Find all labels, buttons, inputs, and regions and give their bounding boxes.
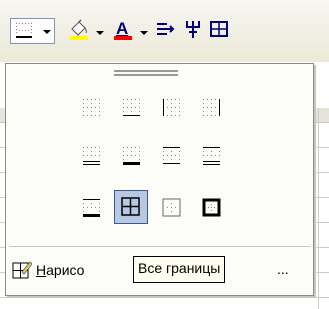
- formatting-toolbar: A: [0, 0, 329, 62]
- table-button[interactable]: [208, 18, 230, 44]
- text-direction-icon: [154, 18, 176, 45]
- border-option-top-thick-bottom-border[interactable]: [78, 194, 106, 222]
- chevron-down-icon[interactable]: [140, 31, 148, 35]
- border-option-thick-bottom-border[interactable]: [118, 142, 146, 170]
- merge-icon: [182, 18, 204, 45]
- border-option-top-bottom-border[interactable]: [158, 142, 186, 170]
- svg-text:A: A: [116, 19, 128, 38]
- grid-line: [318, 108, 319, 309]
- palette-divider: [9, 246, 310, 247]
- top-thick-bottom-border-icon: [83, 199, 100, 217]
- all-borders-icon: [121, 197, 140, 216]
- border-option-all-borders[interactable]: [114, 190, 148, 224]
- outside-borders-icon: [162, 198, 181, 217]
- border-option-right-border[interactable]: [198, 94, 226, 122]
- no-border-icon: [83, 99, 100, 116]
- bottom-border-icon: [123, 99, 140, 116]
- merge-button[interactable]: [180, 18, 206, 44]
- palette-move-handle[interactable]: [114, 70, 178, 80]
- border-option-thick-box-border[interactable]: [198, 194, 226, 222]
- top-bottom-border-icon: [163, 147, 180, 164]
- borders-button[interactable]: [10, 18, 55, 44]
- right-border-icon: [203, 99, 220, 116]
- border-option-top-double-bottom-border[interactable]: [198, 142, 226, 170]
- left-border-icon: [163, 99, 180, 116]
- fill-color-icon: [68, 19, 90, 46]
- border-option-bottom-double-border[interactable]: [78, 142, 106, 170]
- border-option-no-border[interactable]: [78, 94, 106, 122]
- border-option-left-border[interactable]: [158, 94, 186, 122]
- draw-borders-label: Нарисо: [36, 262, 84, 278]
- chevron-down-icon[interactable]: [96, 31, 104, 35]
- border-option-outside-borders[interactable]: [158, 194, 186, 222]
- thick-bottom-border-icon: [123, 147, 140, 165]
- draw-borders-label-rest: арисо: [46, 262, 85, 278]
- table-icon: [208, 18, 230, 44]
- draw-borders-icon: [12, 260, 33, 285]
- chevron-down-icon: [43, 30, 51, 34]
- font-color-icon: A: [112, 19, 134, 46]
- borders-icon: [15, 22, 33, 45]
- bottom-double-border-icon: [83, 147, 100, 165]
- border-option-bottom-border[interactable]: [118, 94, 146, 122]
- fill-color-button[interactable]: [66, 18, 92, 44]
- font-color-button[interactable]: A: [110, 18, 136, 44]
- thick-box-border-icon: [202, 198, 221, 217]
- grid-line: [0, 297, 329, 298]
- draw-borders-accelerator: Н: [36, 262, 47, 278]
- ellipsis-text: ...: [277, 261, 289, 277]
- top-double-bottom-border-icon: [203, 147, 220, 165]
- text-direction-button[interactable]: [152, 18, 178, 44]
- tooltip: Все границы: [133, 256, 226, 283]
